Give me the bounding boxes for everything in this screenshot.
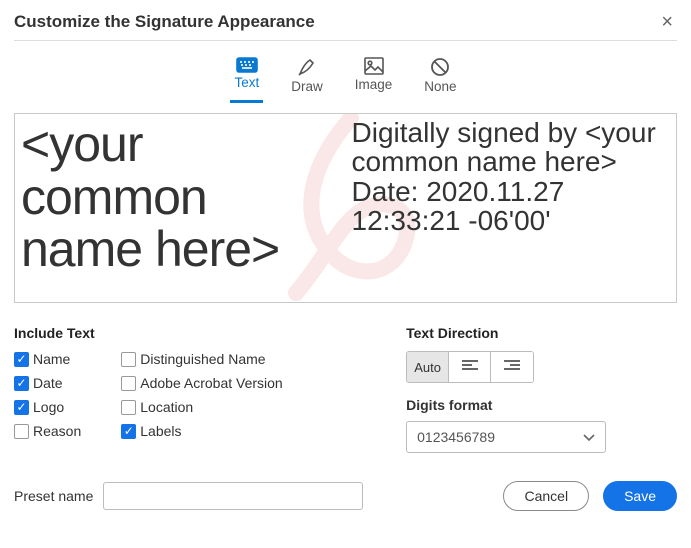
tab-image[interactable]: Image	[351, 55, 397, 103]
checkbox-ver-label: Adobe Acrobat Version	[140, 375, 282, 391]
check-icon: ✓	[121, 424, 136, 439]
checkbox-date-label: Date	[33, 375, 63, 391]
checkbox-location[interactable]: Location	[121, 399, 282, 415]
tab-draw-label: Draw	[291, 79, 323, 94]
text-direction-heading: Text Direction	[406, 325, 677, 341]
checkbox-labels-label: Labels	[140, 423, 181, 439]
checkbox-empty-icon	[121, 376, 136, 391]
align-right-icon	[504, 360, 520, 375]
text-direction-group: Auto	[406, 351, 534, 383]
checkbox-labels[interactable]: ✓ Labels	[121, 423, 282, 439]
checkbox-reason[interactable]: Reason	[14, 423, 81, 439]
check-icon: ✓	[14, 376, 29, 391]
chevron-down-icon	[583, 429, 595, 445]
pen-icon	[297, 57, 317, 77]
check-icon: ✓	[14, 352, 29, 367]
checkbox-name-label: Name	[33, 351, 70, 367]
checkbox-empty-icon	[14, 424, 29, 439]
digits-format-heading: Digits format	[406, 397, 677, 413]
text-direction-ltr[interactable]	[449, 352, 491, 382]
checkbox-reason-label: Reason	[33, 423, 81, 439]
text-direction-auto[interactable]: Auto	[407, 352, 449, 382]
tab-text-label: Text	[234, 75, 259, 90]
keyboard-icon	[236, 57, 258, 73]
tab-none-label: None	[424, 79, 456, 94]
checkbox-distinguished-name[interactable]: Distinguished Name	[121, 351, 282, 367]
preview-details-text: Digitally signed by <your common name he…	[346, 114, 677, 302]
tab-none[interactable]: None	[420, 55, 460, 103]
image-icon	[364, 57, 384, 75]
checkbox-acrobat-version[interactable]: Adobe Acrobat Version	[121, 375, 282, 391]
tab-image-label: Image	[355, 77, 393, 92]
digits-format-select[interactable]: 0123456789	[406, 421, 606, 453]
checkbox-logo[interactable]: ✓ Logo	[14, 399, 81, 415]
checkbox-date[interactable]: ✓ Date	[14, 375, 81, 391]
text-direction-rtl[interactable]	[491, 352, 533, 382]
checkbox-name[interactable]: ✓ Name	[14, 351, 81, 367]
close-icon[interactable]: ×	[657, 10, 677, 34]
cancel-button[interactable]: Cancel	[503, 481, 589, 511]
checkbox-empty-icon	[121, 400, 136, 415]
checkbox-logo-label: Logo	[33, 399, 64, 415]
digits-format-value: 0123456789	[417, 429, 495, 445]
checkbox-empty-icon	[121, 352, 136, 367]
align-left-icon	[462, 360, 478, 375]
tab-draw[interactable]: Draw	[287, 55, 327, 103]
signature-preview: <your common name here> Digitally signed…	[14, 113, 677, 303]
preset-name-label: Preset name	[14, 488, 93, 504]
preview-name-text: <your common name here>	[15, 114, 346, 302]
save-button[interactable]: Save	[603, 481, 677, 511]
tab-text[interactable]: Text	[230, 55, 263, 103]
preset-name-input[interactable]	[103, 482, 363, 510]
appearance-tabs: Text Draw Image	[14, 55, 677, 103]
checkbox-dn-label: Distinguished Name	[140, 351, 265, 367]
checkbox-loc-label: Location	[140, 399, 193, 415]
dialog-title: Customize the Signature Appearance	[14, 12, 315, 32]
include-text-heading: Include Text	[14, 325, 366, 341]
check-icon: ✓	[14, 400, 29, 415]
none-icon	[430, 57, 450, 77]
